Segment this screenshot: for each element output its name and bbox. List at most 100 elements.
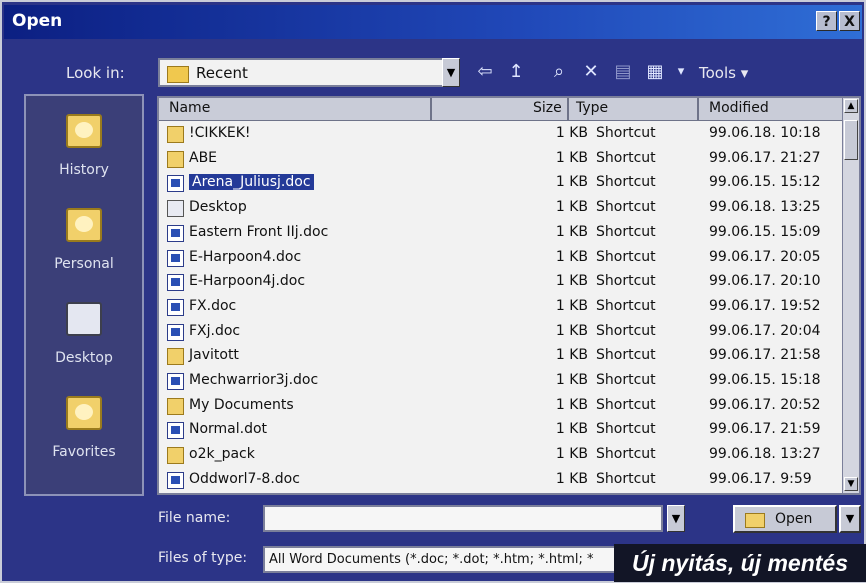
back-icon[interactable]: ⇦ bbox=[474, 60, 496, 84]
file-size: 1 KB bbox=[555, 149, 588, 166]
files-of-type-select[interactable]: All Word Documents (*.doc; *.dot; *.htm;… bbox=[263, 546, 623, 573]
file-size: 1 KB bbox=[555, 174, 588, 191]
scroll-thumb[interactable] bbox=[844, 120, 858, 160]
open-button-label: Open bbox=[775, 511, 813, 527]
file-name-label: File name: bbox=[158, 510, 231, 526]
file-row[interactable]: FXj.doc 1 KB Shortcut 99.06.17. 20:04 bbox=[159, 320, 845, 345]
place-personal[interactable]: Personal bbox=[26, 198, 142, 292]
places-bar: History Personal Desktop Favorites bbox=[24, 94, 144, 496]
file-type: Shortcut bbox=[596, 174, 656, 191]
open-dialog: Open ? X Look in: Recent ▼ ⇦ ↥ ⌕ ✕ ▤ ▦ ▾… bbox=[0, 0, 866, 583]
file-size: 1 KB bbox=[555, 125, 588, 141]
delete-icon[interactable]: ✕ bbox=[580, 60, 602, 84]
desktop-icon bbox=[66, 302, 102, 336]
file-size: 1 KB bbox=[555, 470, 588, 487]
file-row[interactable]: Oddworl7-8.doc 1 KB Shortcut 99.06.17. 9:59 bbox=[159, 468, 845, 493]
help-button[interactable]: ? bbox=[816, 11, 837, 31]
file-row[interactable]: !CIKKEK! 1 KB Shortcut 99.06.18. 10:18 bbox=[159, 122, 845, 147]
place-desktop[interactable]: Desktop bbox=[26, 292, 142, 386]
file-modified: 99.06.18. 13:27 bbox=[709, 446, 821, 463]
file-size: 1 KB bbox=[555, 322, 588, 339]
column-size[interactable]: Size bbox=[533, 100, 562, 116]
file-size: 1 KB bbox=[555, 248, 588, 265]
files-of-type-label: Files of type: bbox=[158, 550, 248, 566]
file-modified: 99.06.17. 20:10 bbox=[709, 273, 821, 290]
file-size: 1 KB bbox=[555, 273, 588, 290]
column-name[interactable]: Name bbox=[169, 100, 210, 116]
place-history-label: History bbox=[59, 162, 109, 178]
file-name-input[interactable] bbox=[263, 505, 663, 532]
window-title: Open bbox=[12, 11, 63, 31]
file-row[interactable]: Normal.dot 1 KB Shortcut 99.06.17. 21:59 bbox=[159, 418, 845, 443]
file-modified: 99.06.18. 10:18 bbox=[709, 125, 821, 141]
file-row[interactable]: E-Harpoon4.doc 1 KB Shortcut 99.06.17. 20:0… bbox=[159, 246, 845, 271]
column-type[interactable]: Type bbox=[576, 100, 608, 116]
close-button[interactable]: X bbox=[839, 11, 860, 31]
file-size: 1 KB bbox=[555, 446, 588, 463]
file-type: Shortcut bbox=[596, 470, 656, 487]
look-in-select[interactable]: Recent bbox=[158, 58, 460, 87]
place-favorites[interactable]: Favorites bbox=[26, 386, 142, 480]
file-row[interactable]: Arena_Juliusj.doc 1 KB Shortcut 99.06.15. 1… bbox=[159, 171, 845, 196]
file-modified: 99.06.15. 15:18 bbox=[709, 372, 821, 388]
file-size: 1 KB bbox=[555, 421, 588, 438]
file-size: 1 KB bbox=[555, 297, 588, 314]
history-icon bbox=[66, 114, 102, 148]
file-row[interactable]: Desktop 1 KB Shortcut 99.06.18. 13:25 bbox=[159, 196, 845, 221]
views-icon[interactable]: ▦ bbox=[644, 60, 666, 84]
file-type: Shortcut bbox=[596, 446, 656, 463]
file-row[interactable]: FX.doc 1 KB Shortcut 99.06.17. 19:52 bbox=[159, 295, 845, 320]
open-options-dropdown[interactable]: ▼ bbox=[839, 505, 861, 533]
look-in-label: Look in: bbox=[66, 64, 125, 82]
look-in-dropdown-button[interactable]: ▼ bbox=[442, 58, 460, 87]
file-row[interactable]: o2k_pack 1 KB Shortcut 99.06.18. 13:27 bbox=[159, 443, 845, 468]
scroll-down-arrow[interactable]: ▼ bbox=[844, 477, 858, 491]
file-type: Shortcut bbox=[596, 297, 656, 314]
file-row[interactable]: Javitott 1 KB Shortcut 99.06.17. 21:58 bbox=[159, 344, 845, 369]
place-history[interactable]: History bbox=[26, 104, 142, 198]
file-size: 1 KB bbox=[555, 372, 588, 388]
open-folder-icon bbox=[745, 513, 765, 528]
file-modified: 99.06.17. 21:58 bbox=[709, 347, 821, 364]
file-modified: 99.06.18. 13:25 bbox=[709, 199, 821, 216]
vertical-scrollbar[interactable]: ▲ ▼ bbox=[842, 98, 859, 493]
file-list[interactable]: Name Size Type Modified !CIKKEK! 1 KB Shor… bbox=[157, 96, 861, 495]
place-desktop-label: Desktop bbox=[55, 350, 113, 366]
file-modified: 99.06.17. 20:52 bbox=[709, 396, 821, 413]
title-bar[interactable]: Open ? X bbox=[4, 5, 862, 39]
file-modified: 99.06.17. 21:59 bbox=[709, 421, 821, 438]
up-folder-icon[interactable]: ↥ bbox=[505, 60, 527, 84]
file-size: 1 KB bbox=[555, 199, 588, 216]
file-row[interactable]: ABE 1 KB Shortcut 99.06.17. 21:27 bbox=[159, 147, 845, 172]
search-web-icon[interactable]: ⌕ bbox=[547, 60, 571, 84]
column-headers: Name Size Type Modified bbox=[159, 98, 845, 121]
file-type: Shortcut bbox=[596, 273, 656, 290]
column-modified[interactable]: Modified bbox=[709, 100, 769, 116]
magazine-caption: Új nyitás, új mentés bbox=[614, 544, 866, 582]
file-modified: 99.06.17. 19:52 bbox=[709, 297, 821, 314]
scroll-up-arrow[interactable]: ▲ bbox=[844, 99, 858, 113]
file-type: Shortcut bbox=[596, 199, 656, 216]
file-row[interactable]: Eastern Front IIj.doc 1 KB Shortcut 99.06.1… bbox=[159, 221, 845, 246]
views-dropdown-icon[interactable]: ▾ bbox=[674, 60, 688, 84]
file-name-dropdown-button[interactable]: ▼ bbox=[667, 505, 685, 532]
file-modified: 99.06.17. 20:05 bbox=[709, 248, 821, 265]
file-type: Shortcut bbox=[596, 322, 656, 339]
file-type: Shortcut bbox=[596, 372, 656, 388]
file-row[interactable]: Mechwarrior3j.doc 1 KB Shortcut 99.06.15. 1… bbox=[159, 369, 845, 394]
file-type: Shortcut bbox=[596, 125, 656, 141]
look-in-value: Recent bbox=[196, 64, 248, 82]
file-type: Shortcut bbox=[596, 223, 656, 240]
file-modified: 99.06.15. 15:12 bbox=[709, 174, 821, 191]
file-size: 1 KB bbox=[555, 396, 588, 413]
file-type: Shortcut bbox=[596, 396, 656, 413]
personal-folder-icon bbox=[66, 208, 102, 242]
file-type: Shortcut bbox=[596, 149, 656, 166]
new-folder-icon[interactable]: ▤ bbox=[612, 60, 634, 84]
file-row[interactable]: E-Harpoon4j.doc 1 KB Shortcut 99.06.17. 20:… bbox=[159, 270, 845, 295]
open-button[interactable]: Open bbox=[733, 505, 837, 533]
file-row[interactable]: My Documents 1 KB Shortcut 99.06.17. 20:52 bbox=[159, 394, 845, 419]
tools-menu[interactable]: Tools ▾ bbox=[699, 64, 748, 82]
place-favorites-label: Favorites bbox=[52, 444, 116, 460]
file-size: 1 KB bbox=[555, 347, 588, 364]
